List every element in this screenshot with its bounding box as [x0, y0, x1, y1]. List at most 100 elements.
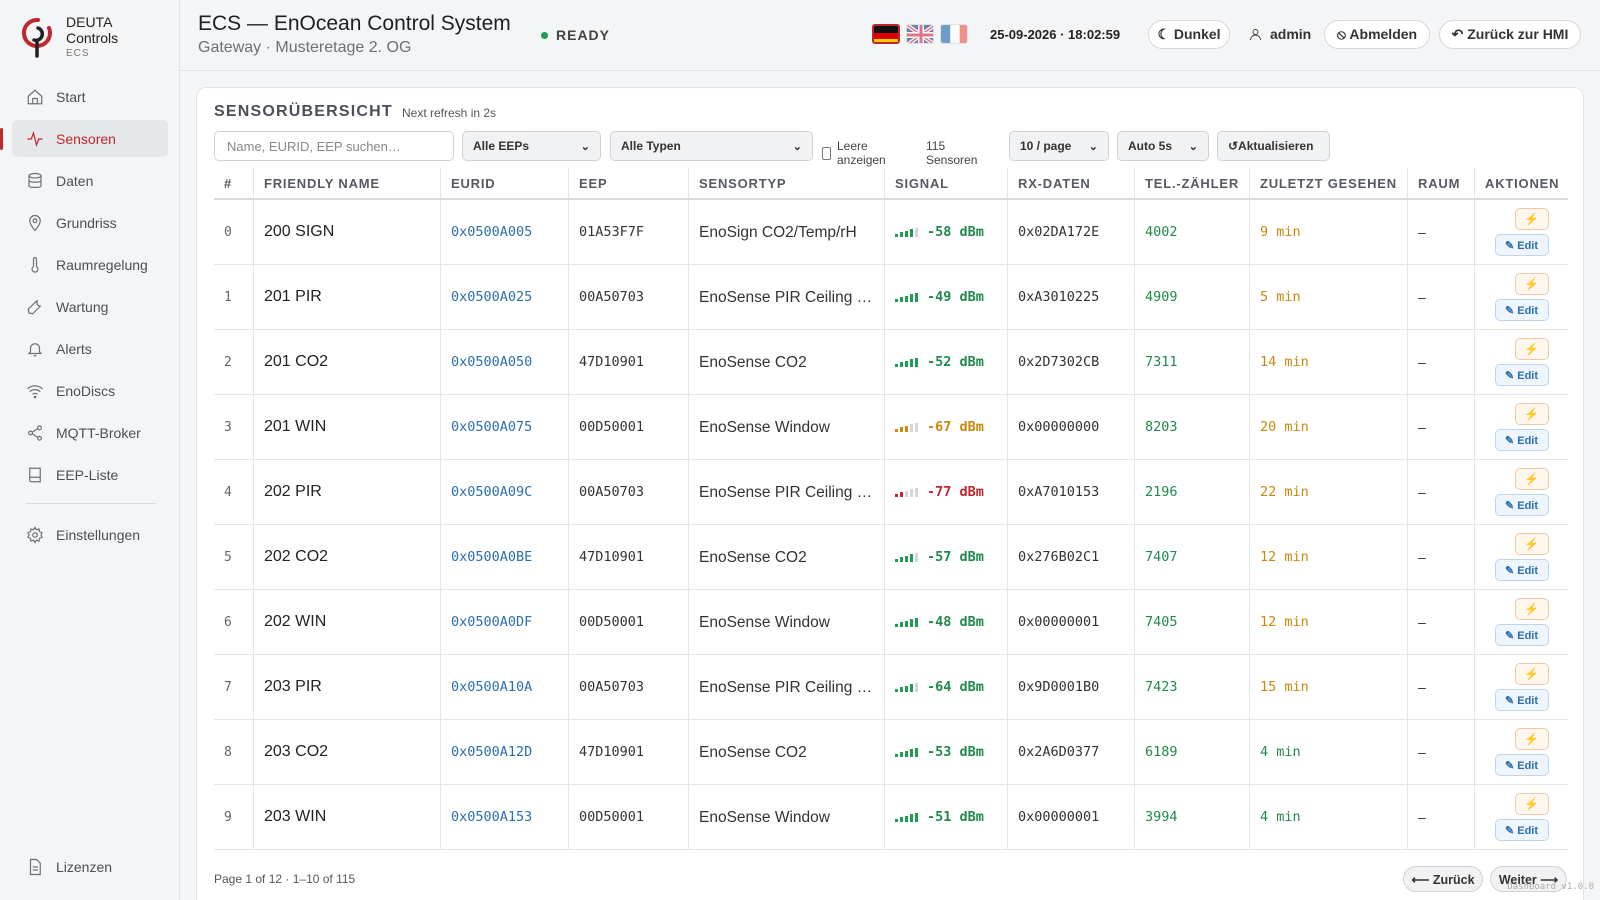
- table-row[interactable]: 0 200 SIGN 0x0500A005 01A53F7F EnoSign CO2/T…: [214, 200, 1568, 265]
- teach-in-button[interactable]: ⚡: [1514, 403, 1549, 425]
- sensor-type: EnoSense PIR Ceiling Mount: [699, 483, 884, 501]
- eurid-link[interactable]: 0x0500A12D: [441, 720, 569, 784]
- back-to-hmi-button[interactable]: ↶ Zurück zur HMI: [1439, 20, 1581, 49]
- table-header-aktionen[interactable]: AKTIONEN: [1475, 168, 1568, 198]
- room: –: [1408, 590, 1475, 654]
- type-filter-value: Alle Typen: [621, 139, 681, 153]
- refresh-button[interactable]: ↺Aktualisieren: [1217, 131, 1330, 161]
- teach-in-button[interactable]: ⚡: [1514, 663, 1549, 685]
- eurid-link[interactable]: 0x0500A025: [441, 265, 569, 329]
- type-filter-select[interactable]: Alle Typen ⌄: [610, 131, 813, 161]
- teach-in-button[interactable]: ⚡: [1514, 468, 1549, 490]
- edit-button[interactable]: ✎ Edit: [1494, 689, 1549, 711]
- signal-bar: [900, 622, 903, 627]
- sidebar-item-enodiscs[interactable]: EnoDiscs: [12, 372, 168, 409]
- eep-code: 00A50703: [569, 265, 689, 329]
- row-index: 0: [214, 200, 254, 264]
- sidebar-item-grundriss[interactable]: Grundriss: [12, 204, 168, 241]
- auto-refresh-select[interactable]: Auto 5s ⌄: [1117, 131, 1209, 161]
- eurid-link[interactable]: 0x0500A075: [441, 395, 569, 459]
- sensor-type-cell: EnoSense Window: [689, 590, 885, 654]
- teach-in-button[interactable]: ⚡: [1514, 793, 1549, 815]
- eurid-link[interactable]: 0x0500A0BE: [441, 525, 569, 589]
- table-row[interactable]: 4 202 PIR 0x0500A09C 00A50703 EnoSense PIR C…: [214, 460, 1568, 525]
- logout-button[interactable]: ⦸ Abmelden: [1324, 20, 1430, 49]
- table-row[interactable]: 7 203 PIR 0x0500A10A 00A50703 EnoSense PIR C…: [214, 655, 1568, 720]
- table-row[interactable]: 1 201 PIR 0x0500A025 00A50703 EnoSense PIR C…: [214, 265, 1568, 330]
- table-header-rx-daten[interactable]: RX-DATEN: [1008, 168, 1135, 198]
- user-info[interactable]: admin: [1248, 26, 1311, 42]
- teach-in-button[interactable]: ⚡: [1514, 208, 1549, 230]
- flag-en-icon[interactable]: [906, 24, 934, 44]
- table-header-sensortyp[interactable]: SENSORTYP: [689, 168, 885, 198]
- brand-logo[interactable]: DEUTA Controls ECS: [22, 14, 118, 62]
- table-header-index[interactable]: #: [214, 168, 254, 198]
- table-row[interactable]: 3 201 WIN 0x0500A075 00D50001 EnoSense Windo…: [214, 395, 1568, 460]
- eep-filter-select[interactable]: Alle EEPs ⌄: [462, 131, 601, 161]
- sidebar-item-daten[interactable]: Daten: [12, 162, 168, 199]
- table-header-eep[interactable]: EEP: [569, 168, 689, 198]
- signal-strength-icon: [895, 227, 918, 237]
- teach-in-button[interactable]: ⚡: [1514, 728, 1549, 750]
- sidebar-item-wartung[interactable]: Wartung: [12, 288, 168, 325]
- teach-in-button[interactable]: ⚡: [1514, 598, 1549, 620]
- lightning-icon: ⚡: [1524, 472, 1539, 486]
- eurid-link[interactable]: 0x0500A153: [441, 785, 569, 849]
- sidebar-item-alerts[interactable]: Alerts: [12, 330, 168, 367]
- edit-button[interactable]: ✎ Edit: [1494, 364, 1549, 386]
- teach-in-button[interactable]: ⚡: [1514, 273, 1549, 295]
- show-empty-toggle[interactable]: Leere anzeigen: [822, 139, 890, 167]
- teach-in-button[interactable]: ⚡: [1514, 338, 1549, 360]
- sensor-type: EnoSense CO2: [699, 353, 807, 371]
- table-header-raum[interactable]: RAUM: [1408, 168, 1475, 198]
- edit-button[interactable]: ✎ Edit: [1494, 754, 1549, 776]
- edit-button[interactable]: ✎ Edit: [1494, 819, 1549, 841]
- table-row[interactable]: 9 203 WIN 0x0500A153 00D50001 EnoSense Windo…: [214, 785, 1568, 850]
- table-header-tel-zaehler[interactable]: TEL.-ZÄHLER: [1135, 168, 1250, 198]
- table-row[interactable]: 8 203 CO2 0x0500A12D 47D10901 EnoSense CO2 -5…: [214, 720, 1568, 785]
- prev-page-button[interactable]: ⟵ Zurück: [1403, 866, 1483, 892]
- page-title: ECS — EnOcean Control System: [198, 12, 511, 35]
- sidebar-item-sensoren[interactable]: Sensoren: [0, 120, 168, 157]
- eurid-link[interactable]: 0x0500A005: [441, 200, 569, 264]
- page-size-select[interactable]: 10 / page ⌄: [1009, 131, 1109, 161]
- signal-bar: [910, 619, 913, 627]
- edit-button[interactable]: ✎ Edit: [1494, 494, 1549, 516]
- last-seen: 12 min: [1250, 590, 1408, 654]
- eurid-link[interactable]: 0x0500A10A: [441, 655, 569, 719]
- table-header-friendly-name[interactable]: FRIENDLY NAME: [254, 168, 441, 198]
- sensor-type: EnoSense CO2: [699, 743, 807, 761]
- sidebar-item-mqtt-broker[interactable]: MQTT-Broker: [12, 414, 168, 451]
- table-header-zuletzt-gesehen[interactable]: ZULETZT GESEHEN: [1250, 168, 1408, 198]
- edit-button[interactable]: ✎ Edit: [1494, 234, 1549, 256]
- sidebar-item-lizenzen[interactable]: Lizenzen: [12, 848, 168, 885]
- sidebar-item-einstellungen[interactable]: Einstellungen: [12, 516, 168, 553]
- sidebar-item-eep-liste[interactable]: EEP-Liste: [12, 456, 168, 493]
- table-row[interactable]: 6 202 WIN 0x0500A0DF 00D50001 EnoSense Windo…: [214, 590, 1568, 655]
- teach-in-button[interactable]: ⚡: [1514, 533, 1549, 555]
- table-header-eurid[interactable]: EURID: [441, 168, 569, 198]
- edit-button[interactable]: ✎ Edit: [1494, 624, 1549, 646]
- eurid-link[interactable]: 0x0500A09C: [441, 460, 569, 524]
- signal-dbm: -57 dBm: [927, 549, 984, 565]
- sidebar-item-raumregelung[interactable]: Raumregelung: [12, 246, 168, 283]
- eurid-link[interactable]: 0x0500A0DF: [441, 590, 569, 654]
- sidebar-item-start[interactable]: Start: [12, 78, 168, 115]
- flag-de-icon[interactable]: [872, 24, 900, 44]
- table-row[interactable]: 5 202 CO2 0x0500A0BE 47D10901 EnoSense CO2 -5…: [214, 525, 1568, 590]
- edit-button[interactable]: ✎ Edit: [1494, 429, 1549, 451]
- dark-mode-button[interactable]: ☾ Dunkel: [1148, 20, 1230, 49]
- edit-button[interactable]: ✎ Edit: [1494, 299, 1549, 321]
- signal-bar: [915, 357, 918, 367]
- table-row[interactable]: 2 201 CO2 0x0500A050 47D10901 EnoSense CO2 -5…: [214, 330, 1568, 395]
- edit-button[interactable]: ✎ Edit: [1494, 559, 1549, 581]
- flag-fr-icon[interactable]: [940, 24, 968, 44]
- eurid-link[interactable]: 0x0500A050: [441, 330, 569, 394]
- signal-bar: [915, 422, 918, 432]
- table-header-signal[interactable]: SIGNAL: [885, 168, 1008, 198]
- search-input[interactable]: Name, EURID, EEP suchen…: [214, 131, 454, 161]
- sidebar-item-label: Raumregelung: [56, 256, 148, 273]
- rx-data: 0x00000000: [1008, 395, 1135, 459]
- show-empty-checkbox[interactable]: [822, 146, 831, 160]
- signal-bar: [895, 429, 898, 432]
